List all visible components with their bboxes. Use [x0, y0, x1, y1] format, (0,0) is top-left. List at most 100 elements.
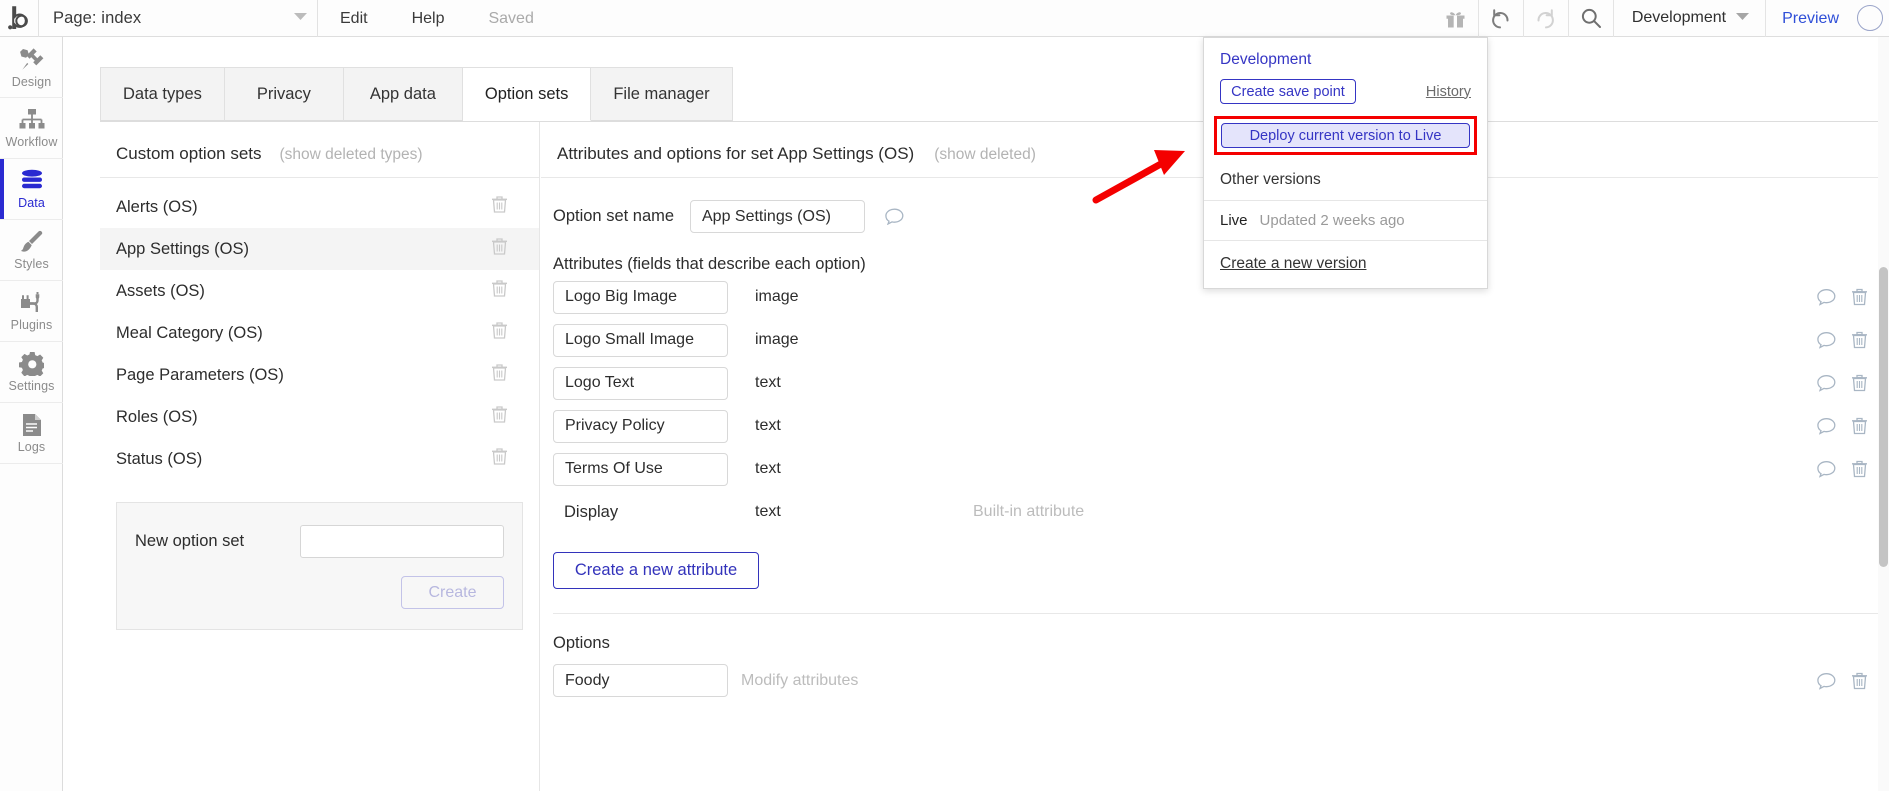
attribute-name-input[interactable]: Privacy Policy	[553, 409, 728, 443]
page-selector[interactable]: Page: index	[39, 0, 317, 37]
create-button[interactable]: Create	[401, 576, 504, 609]
trash-icon[interactable]	[1852, 672, 1867, 689]
attribute-name-input[interactable]: Terms Of Use	[553, 452, 728, 486]
database-icon	[19, 169, 45, 193]
trash-icon[interactable]	[1852, 288, 1867, 306]
environment-selector[interactable]: Development	[1614, 0, 1765, 37]
attribute-type: image	[755, 331, 799, 348]
option-set-name: Roles (OS)	[116, 407, 198, 426]
sidebar-item-plugins[interactable]: Plugins	[0, 281, 63, 342]
option-set-name: Alerts (OS)	[116, 197, 198, 216]
top-toolbar: Page: index Edit Help Saved Development …	[0, 0, 1889, 37]
new-option-set-input[interactable]	[300, 525, 504, 558]
comment-icon[interactable]	[1817, 332, 1836, 349]
trash-icon[interactable]	[1852, 331, 1867, 349]
menu-item-edit[interactable]: Edit	[318, 0, 390, 37]
option-name-input[interactable]: Foody	[553, 664, 728, 697]
tab-app-data[interactable]: App data	[343, 67, 463, 121]
gift-icon[interactable]	[1434, 0, 1478, 37]
list-item[interactable]: Assets (OS)	[100, 270, 539, 312]
attribute-name-input[interactable]: Logo Small Image	[553, 323, 728, 357]
deploy-to-live-button[interactable]: Deploy current version to Live	[1221, 123, 1470, 148]
redo-icon[interactable]	[1524, 0, 1568, 37]
version-dropdown-panel: Development Create save point History De…	[1203, 37, 1488, 289]
list-item[interactable]: Page Parameters (OS)	[100, 354, 539, 396]
trash-icon[interactable]	[1852, 417, 1867, 435]
create-new-version-link[interactable]: Create a new version	[1204, 241, 1487, 288]
attribute-name-input[interactable]: Logo Big Image	[553, 280, 728, 314]
attribute-type: text	[755, 417, 781, 434]
trash-icon[interactable]	[492, 322, 507, 344]
comment-icon[interactable]	[1817, 461, 1836, 478]
list-item[interactable]: Alerts (OS)	[100, 186, 539, 228]
document-icon	[21, 413, 43, 437]
table-row: Logo Small Image image	[541, 320, 1889, 360]
version-item-live[interactable]: Live Updated 2 weeks ago	[1204, 201, 1487, 241]
custom-option-sets-panel: Custom option sets (show deleted types) …	[100, 122, 540, 791]
sidebar-item-settings[interactable]: Settings	[0, 342, 63, 403]
trash-icon[interactable]	[492, 448, 507, 470]
tab-file-manager[interactable]: File manager	[591, 67, 733, 121]
builtin-attribute-label: Built-in attribute	[973, 503, 1085, 520]
option-set-name: Assets (OS)	[116, 281, 205, 300]
comment-icon[interactable]	[1817, 289, 1836, 306]
avatar-icon[interactable]	[1857, 5, 1883, 31]
chevron-down-icon	[294, 12, 307, 24]
comment-icon[interactable]	[1817, 418, 1836, 435]
show-deleted-types-link[interactable]: (show deleted types)	[280, 146, 423, 164]
bubble-logo-icon[interactable]	[0, 0, 38, 37]
create-save-point-button[interactable]: Create save point	[1220, 79, 1356, 104]
menu-item-help[interactable]: Help	[390, 0, 467, 37]
trash-icon[interactable]	[492, 406, 507, 428]
tab-data-types[interactable]: Data types	[100, 67, 225, 121]
toolbar-menu: Edit Help Saved	[318, 0, 556, 37]
trash-icon[interactable]	[492, 196, 507, 218]
sidebar-item-label: Settings	[8, 379, 55, 393]
custom-option-sets-header: Custom option sets (show deleted types)	[100, 122, 539, 178]
option-set-name: Meal Category (OS)	[116, 323, 263, 342]
attribute-type: image	[755, 288, 799, 305]
panel-title: Custom option sets	[116, 144, 262, 163]
search-icon[interactable]	[1569, 0, 1613, 37]
trash-icon[interactable]	[1852, 460, 1867, 478]
sidebar-item-styles[interactable]: Styles	[0, 220, 63, 281]
tab-option-sets[interactable]: Option sets	[462, 67, 592, 121]
left-nav-rail: Design Workflow Data Styles Plugins Sett…	[0, 37, 63, 791]
option-set-name-label: Option set name	[553, 207, 675, 225]
list-item[interactable]: Meal Category (OS)	[100, 312, 539, 354]
trash-icon[interactable]	[492, 280, 507, 302]
create-attribute-button[interactable]: Create a new attribute	[553, 552, 759, 589]
list-item[interactable]: Status (OS)	[100, 438, 539, 480]
sidebar-item-workflow[interactable]: Workflow	[0, 98, 63, 159]
row-actions	[1817, 288, 1867, 306]
list-item[interactable]: App Settings (OS)	[100, 228, 539, 270]
deploy-highlight-box: Deploy current version to Live	[1214, 116, 1477, 155]
preview-button[interactable]: Preview	[1766, 0, 1855, 37]
vertical-scrollbar[interactable]	[1878, 37, 1889, 791]
option-set-name-input[interactable]: App Settings (OS)	[690, 200, 865, 233]
trash-icon[interactable]	[492, 364, 507, 386]
sidebar-item-label: Design	[11, 74, 52, 89]
attribute-name-input[interactable]: Logo Text	[553, 366, 728, 400]
history-link[interactable]: History	[1426, 84, 1471, 100]
sidebar-item-design[interactable]: Design	[0, 37, 63, 98]
undo-icon[interactable]	[1479, 0, 1523, 37]
scrollbar-thumb[interactable]	[1879, 267, 1888, 567]
version-updated: Updated 2 weeks ago	[1259, 212, 1405, 229]
comment-icon[interactable]	[1817, 375, 1836, 392]
sidebar-item-label: Logs	[17, 439, 46, 454]
toolbar-right-group: Development Preview	[1434, 0, 1889, 37]
comment-icon[interactable]	[885, 208, 904, 225]
sidebar-item-logs[interactable]: Logs	[0, 403, 63, 464]
trash-icon[interactable]	[492, 238, 507, 260]
sidebar-item-data[interactable]: Data	[0, 159, 63, 220]
trash-icon[interactable]	[1852, 374, 1867, 392]
comment-icon[interactable]	[1817, 672, 1836, 689]
show-deleted-link[interactable]: (show deleted)	[934, 146, 1036, 164]
table-row: Privacy Policy text	[541, 406, 1889, 446]
app-root: Page: index Edit Help Saved Development …	[0, 0, 1889, 791]
modify-attributes-link[interactable]: Modify attributes	[741, 672, 858, 690]
list-item[interactable]: Roles (OS)	[100, 396, 539, 438]
page-selector-label: Page: index	[53, 8, 142, 27]
tab-privacy[interactable]: Privacy	[224, 67, 344, 121]
